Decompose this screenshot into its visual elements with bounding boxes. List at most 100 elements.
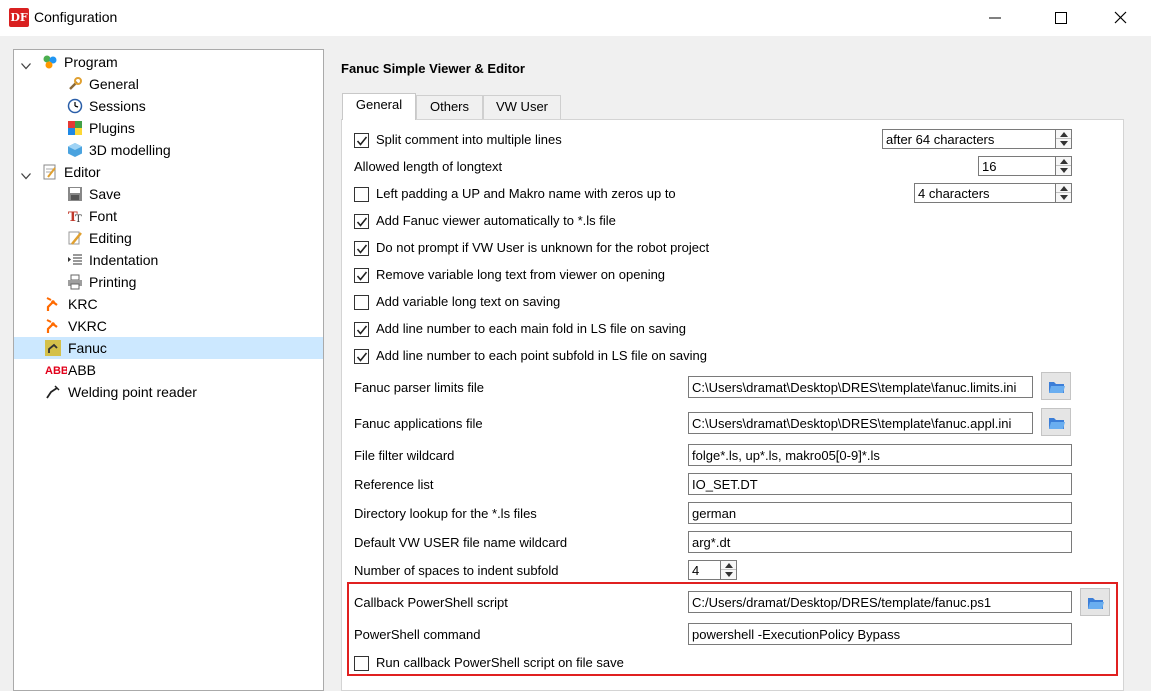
reference-list-label: Reference list (354, 477, 434, 492)
tab-others[interactable]: Others (416, 95, 483, 119)
spin-up-button[interactable] (1056, 184, 1071, 193)
spin-down-button[interactable] (1056, 193, 1071, 202)
fanuc-icon (45, 340, 61, 356)
chevron-down-icon[interactable] (20, 166, 32, 180)
left-padding-spinbox[interactable]: 4 characters (914, 183, 1072, 203)
spin-down-button[interactable] (1056, 166, 1071, 175)
tree-item-label: General (89, 76, 139, 92)
split-comment-label: Split comment into multiple lines (376, 132, 562, 147)
run-callback-checkbox[interactable] (354, 656, 369, 671)
tree-item-printing[interactable]: Printing (14, 271, 323, 293)
split-comment-checkbox[interactable] (354, 133, 369, 148)
callback-script-input[interactable]: C:/Users/dramat/Desktop/DRES/template/fa… (688, 591, 1072, 613)
remove-longtext-checkbox[interactable] (354, 268, 369, 283)
tree-item-program[interactable]: Program (14, 51, 323, 73)
window-title: Configuration (34, 9, 118, 25)
callback-script-label: Callback PowerShell script (354, 595, 508, 610)
input-value: IO_SET.DT (692, 477, 758, 492)
applications-browse-button[interactable] (1041, 408, 1071, 436)
tree-item-editing[interactable]: Editing (14, 227, 323, 249)
robot-arm-icon (45, 296, 61, 312)
tree-item-fanuc[interactable]: Fanuc (14, 337, 323, 359)
longtext-length-spinbox[interactable]: 16 (978, 156, 1072, 176)
input-value: powershell -ExecutionPolicy Bypass (692, 627, 901, 642)
section-title: Fanuc Simple Viewer & Editor (341, 61, 525, 76)
parser-limits-browse-button[interactable] (1041, 372, 1071, 400)
spinbox-value: 4 characters (918, 186, 990, 201)
line-point-subfold-label: Add line number to each point subfold in… (376, 348, 707, 363)
maximize-button[interactable] (1038, 0, 1084, 36)
add-longtext-checkbox[interactable] (354, 295, 369, 310)
line-main-fold-checkbox[interactable] (354, 322, 369, 337)
callback-script-browse-button[interactable] (1080, 588, 1110, 616)
spin-down-button[interactable] (721, 570, 736, 579)
directory-lookup-input[interactable]: german (688, 502, 1072, 524)
input-value: folge*.ls, up*.ls, makro05[0-9]*.ls (692, 448, 880, 463)
tree-item-abb[interactable]: ABB ABB (14, 359, 323, 381)
add-longtext-label: Add variable long text on saving (376, 294, 561, 309)
add-viewer-checkbox[interactable] (354, 214, 369, 229)
no-prompt-checkbox[interactable] (354, 241, 369, 256)
indent-spaces-label: Number of spaces to indent subfold (354, 563, 559, 578)
indent-spaces-spinbox[interactable]: 4 (688, 560, 737, 580)
line-main-fold-label: Add line number to each main fold in LS … (376, 321, 687, 336)
tree-item-general[interactable]: General (14, 73, 323, 95)
tab-general[interactable]: General (342, 93, 416, 120)
file-filter-input[interactable]: folge*.ls, up*.ls, makro05[0-9]*.ls (688, 444, 1072, 466)
tree-item-label: Program (64, 54, 118, 70)
tree-item-label: VKRC (68, 318, 107, 334)
spin-arrows (720, 561, 736, 579)
tree-item-plugins[interactable]: Plugins (14, 117, 323, 139)
tree-item-3d-modelling[interactable]: 3D modelling (14, 139, 323, 161)
printer-icon (67, 274, 83, 290)
tree-item-editor[interactable]: Editor (14, 161, 323, 183)
settings-tree[interactable]: Program General Sessions Plugins 3D modellin… (13, 49, 324, 691)
tree-item-label: Fanuc (68, 340, 107, 356)
powershell-command-input[interactable]: powershell -ExecutionPolicy Bypass (688, 623, 1072, 645)
tab-vw-user[interactable]: VW User (483, 95, 561, 119)
chevron-down-icon[interactable] (20, 56, 32, 70)
tree-item-label: Editing (89, 230, 132, 246)
input-value: german (692, 506, 737, 521)
cube-icon (67, 142, 83, 158)
tree-item-sessions[interactable]: Sessions (14, 95, 323, 117)
font-icon: TT (67, 208, 83, 225)
program-icon (42, 54, 58, 70)
file-filter-label: File filter wildcard (354, 448, 455, 463)
spin-up-button[interactable] (721, 561, 736, 570)
tree-item-font[interactable]: T T Font (14, 205, 323, 227)
tree-item-label: ABB (68, 362, 97, 378)
tree-item-krc[interactable]: KRC (14, 293, 323, 315)
directory-lookup-label: Directory lookup for the *.ls files (354, 506, 537, 521)
wrench-icon (67, 76, 83, 92)
line-point-subfold-checkbox[interactable] (354, 349, 369, 364)
applications-input[interactable]: C:\Users\dramat\Desktop\DRES\template\fa… (688, 412, 1033, 434)
tree-item-vkrc[interactable]: VKRC (14, 315, 323, 337)
left-padding-checkbox[interactable] (354, 187, 369, 202)
tree-item-save[interactable]: Save (14, 183, 323, 205)
reference-list-input[interactable]: IO_SET.DT (688, 473, 1072, 495)
spin-up-button[interactable] (1056, 130, 1071, 139)
applications-label: Fanuc applications file (354, 416, 483, 431)
minimize-button[interactable] (972, 0, 1018, 36)
maximize-icon (1055, 12, 1067, 24)
tree-item-label: Printing (89, 274, 137, 290)
vw-user-wildcard-input[interactable]: arg*.dt (688, 531, 1072, 553)
input-value: C:\Users\dramat\Desktop\DRES\template\fa… (692, 416, 1012, 431)
add-viewer-label: Add Fanuc viewer automatically to *.ls f… (376, 213, 616, 228)
tree-item-label: Editor (64, 164, 101, 180)
close-button[interactable] (1098, 0, 1144, 36)
input-value: arg*.dt (692, 535, 731, 550)
spin-up-button[interactable] (1056, 157, 1071, 166)
split-comment-spinbox[interactable]: after 64 characters (882, 129, 1072, 149)
tree-item-indentation[interactable]: Indentation (14, 249, 323, 271)
tree-item-label: Save (89, 186, 121, 202)
save-icon (67, 186, 83, 202)
clock-icon (67, 98, 83, 114)
parser-limits-input[interactable]: C:\Users\dramat\Desktop\DRES\template\fa… (688, 376, 1033, 398)
spin-down-button[interactable] (1056, 139, 1071, 148)
powershell-command-label: PowerShell command (354, 627, 481, 642)
indent-icon (67, 252, 83, 268)
svg-text:T: T (75, 214, 82, 224)
tree-item-welding-point-reader[interactable]: Welding point reader (14, 381, 323, 403)
